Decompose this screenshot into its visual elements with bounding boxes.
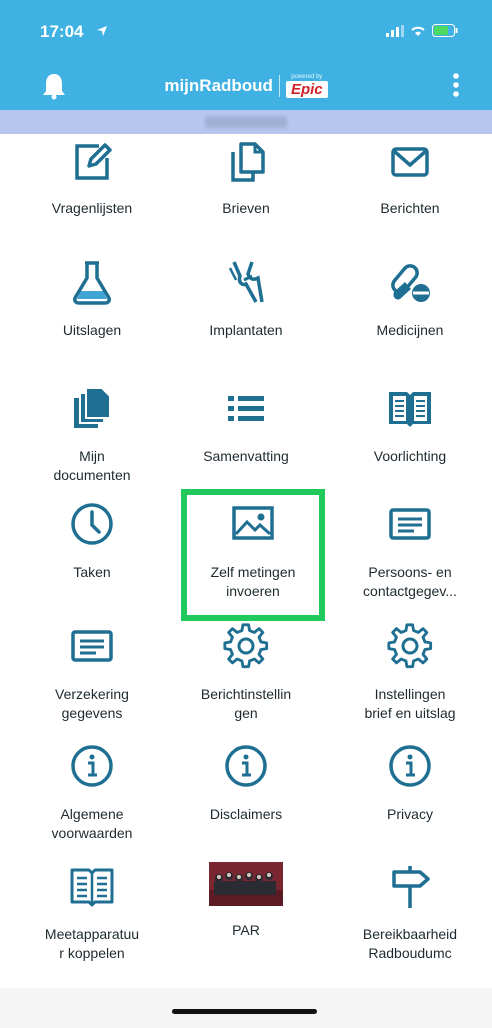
tile-label: Uitslagen (62, 322, 122, 338)
info-icon (164, 742, 328, 795)
info-icon (10, 742, 174, 795)
tile-label: Bereikbaarheid Radboudumc (362, 926, 458, 961)
tile-label: Berichtinstellin gen (200, 686, 292, 721)
app-header: mijnRadboud powered by Epic (0, 62, 492, 110)
status-time: 17:04 (40, 22, 84, 41)
card-icon (10, 622, 174, 675)
info-icon (328, 742, 492, 795)
tile-vragenlijsten[interactable]: Vragenlijsten (10, 138, 174, 218)
tile-label: Persoons- en contactgegev... (363, 564, 457, 599)
home-indicator-area (0, 988, 492, 1028)
book-outline-icon (10, 862, 174, 915)
tile-meetapparatuur[interactable]: Meetapparatuu r koppelen (10, 862, 174, 963)
powered-by-text: powered by (291, 74, 323, 80)
tile-verzekering[interactable]: Verzekering gegevens (10, 622, 174, 723)
book-icon (328, 384, 492, 437)
tile-label: Algemene voorwaarden (51, 806, 133, 841)
tile-persoonsgegevens[interactable]: Persoons- en contactgegev... (328, 500, 492, 601)
tile-algemene-voorwaarden[interactable]: Algemene voorwaarden (10, 742, 174, 843)
tile-uitslagen[interactable]: Uitslagen (10, 258, 174, 340)
wifi-icon (410, 24, 426, 42)
joint-icon (164, 258, 328, 311)
mail-icon (328, 138, 492, 189)
patient-name-strip (0, 110, 492, 134)
tile-label: Instellingen brief en uitslag (364, 686, 456, 721)
location-arrow-icon (96, 24, 108, 42)
tile-label: Mijn documenten (53, 448, 131, 483)
tile-implantaten[interactable]: Implantaten (164, 258, 328, 340)
tile-label: Meetapparatuu r koppelen (44, 926, 140, 961)
tile-label: Taken (73, 564, 111, 580)
gear-icon (164, 622, 328, 675)
card-icon (328, 500, 492, 553)
app-name: mijnRadboud (164, 76, 273, 95)
list-icon (164, 384, 328, 437)
tile-label: Samenvatting (203, 448, 289, 464)
epic-logo: powered by Epic (285, 74, 328, 98)
tile-label: Medicijnen (376, 322, 444, 338)
status-bar: 17:04 (0, 0, 492, 62)
more-menu-icon[interactable] (452, 72, 460, 103)
battery-icon (432, 24, 458, 42)
tile-samenvatting[interactable]: Samenvatting (164, 384, 328, 466)
photo-thumbnail (164, 862, 328, 911)
tile-berichten[interactable]: Berichten (328, 138, 492, 218)
flask-icon (10, 258, 174, 311)
tile-label: Brieven (222, 200, 270, 216)
signpost-icon (328, 862, 492, 915)
tile-berichtinstellingen[interactable]: Berichtinstellin gen (164, 622, 328, 723)
tile-mijn-documenten[interactable]: Mijn documenten (10, 384, 174, 485)
tile-par[interactable]: PAR (164, 862, 328, 940)
brand: mijnRadboud powered by Epic (0, 74, 492, 98)
tile-label: Privacy (387, 806, 433, 822)
tile-taken[interactable]: Taken (10, 500, 174, 582)
tile-label: Berichten (380, 200, 440, 216)
epic-wordmark: Epic (285, 81, 328, 98)
tile-medicijnen[interactable]: Medicijnen (328, 258, 492, 340)
tile-brieven[interactable]: Brieven (164, 138, 328, 218)
tile-bereikbaarheid[interactable]: Bereikbaarheid Radboudumc (328, 862, 492, 963)
tile-label: Verzekering gegevens (55, 686, 129, 721)
gear-icon (328, 622, 492, 675)
pill-icon (328, 258, 492, 311)
status-icons (386, 24, 458, 42)
tile-label: Implantaten (209, 322, 283, 338)
signal-icon (386, 24, 404, 42)
blurred-patient-name (205, 116, 287, 128)
tile-label: Voorlichting (373, 448, 447, 464)
documents-icon (164, 138, 328, 189)
tile-voorlichting[interactable]: Voorlichting (328, 384, 492, 466)
tile-label: Disclaimers (209, 806, 283, 822)
files-icon (10, 384, 174, 437)
tile-privacy[interactable]: Privacy (328, 742, 492, 824)
tile-instellingen-brief[interactable]: Instellingen brief en uitslag (328, 622, 492, 723)
brand-divider (278, 75, 280, 97)
tile-disclaimers[interactable]: Disclaimers (164, 742, 328, 824)
tile-label: Vragenlijsten (51, 200, 133, 216)
home-indicator[interactable] (172, 1009, 317, 1014)
clock-icon (10, 500, 174, 553)
highlight-box (181, 489, 325, 621)
tile-label: PAR (232, 922, 260, 938)
edit-icon (10, 138, 174, 189)
